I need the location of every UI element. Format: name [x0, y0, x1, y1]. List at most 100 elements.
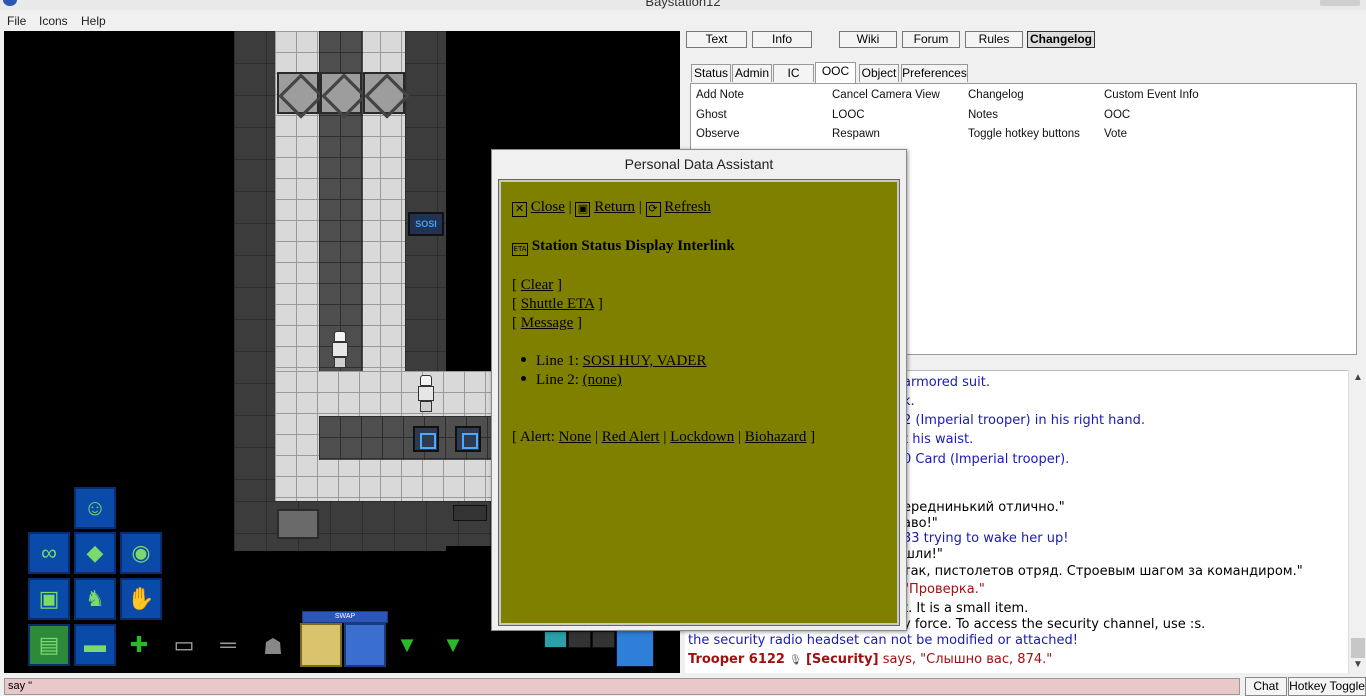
pda-message-link[interactable]: Message — [521, 315, 574, 331]
tab-preferences[interactable]: Preferences — [901, 64, 968, 82]
gloves-slot[interactable]: ✋ — [120, 578, 162, 620]
chat-line: armored suit. — [903, 375, 990, 390]
uniform-slot[interactable]: ▣ — [28, 578, 70, 620]
pda-clear-row: [ Clear ] — [512, 277, 562, 293]
hotkey-toggle-button[interactable]: Hotkey Toggle — [1288, 677, 1366, 696]
status-display-icon: ETA — [512, 243, 528, 256]
status-display-screen[interactable]: SOSI — [408, 212, 444, 236]
pda-nav: ✕ Close | ▣ Return | ⟳ Refresh — [512, 199, 711, 217]
pda-window: Personal Data Assistant ✕ Close | ▣ Retu… — [491, 149, 907, 631]
verb-custom-event-info[interactable]: Custom Event Info — [1104, 89, 1199, 101]
pocket-item[interactable]: ▼ — [389, 627, 425, 663]
health-doll[interactable] — [616, 629, 654, 667]
head-slot[interactable]: ☺ — [74, 487, 116, 529]
chat-line: шли!" — [903, 547, 943, 562]
chat-line: y force. To access the security channel,… — [903, 617, 1206, 632]
rifle-item[interactable]: ═ — [210, 627, 246, 663]
scroll-thumb[interactable] — [1351, 638, 1365, 658]
swap-hands-button[interactable]: SWAP — [302, 611, 388, 623]
ears-slot[interactable]: ◉ — [120, 532, 162, 574]
alert-none-link[interactable]: None — [559, 429, 592, 445]
tab-ooc[interactable]: OOC — [815, 62, 856, 83]
chat-line: t. It is a small item. — [903, 601, 1029, 616]
chat-line: аво!" — [903, 516, 938, 531]
pda-line1: Line 1: SOSI HUY, VADER — [505, 353, 706, 370]
pda-line2-label: Line 2: — [536, 372, 579, 388]
suit-slot[interactable]: ♞ — [74, 578, 116, 620]
menu-help[interactable]: Help — [81, 14, 106, 28]
floor-machine[interactable] — [413, 426, 439, 452]
table-object[interactable] — [453, 505, 487, 521]
verb-toggle-hotkey-buttons[interactable]: Toggle hotkey buttons — [968, 128, 1080, 140]
info-button[interactable]: Info — [752, 31, 812, 48]
changelog-button[interactable]: Changelog — [1027, 31, 1095, 48]
command-input[interactable]: say " — [4, 678, 1240, 695]
mask-slot[interactable]: ◆ — [74, 532, 116, 574]
verb-notes[interactable]: Notes — [968, 109, 998, 121]
verb-changelog[interactable]: Changelog — [968, 89, 1024, 101]
pocket-item[interactable]: ▼ — [435, 627, 471, 663]
rules-button[interactable]: Rules — [965, 31, 1023, 48]
forum-button[interactable]: Forum — [902, 31, 960, 48]
wiki-button[interactable]: Wiki — [839, 31, 897, 48]
tab-object[interactable]: Object — [859, 64, 899, 82]
imperial-trooper[interactable] — [329, 331, 351, 369]
imperial-trooper[interactable] — [415, 375, 437, 413]
alert-biohazard-link[interactable]: Biohazard — [745, 429, 807, 445]
tab-ic[interactable]: IC — [773, 64, 814, 82]
chat-line: 0 Card (Imperial trooper). — [903, 452, 1070, 467]
backpack-slot[interactable]: ▤ — [28, 624, 70, 666]
verb-looc[interactable]: LOOC — [832, 109, 865, 121]
verb-vote[interactable]: Vote — [1104, 128, 1127, 140]
verb-add-note[interactable]: Add Note — [696, 89, 744, 101]
console-machine[interactable] — [455, 426, 481, 452]
scroll-up-icon[interactable]: ▲ — [1353, 372, 1363, 383]
intent-selector[interactable] — [544, 631, 567, 648]
chat-line: ереднинький отлично." — [903, 500, 1065, 515]
tab-status[interactable]: Status — [691, 64, 731, 82]
shoes-slot[interactable]: ▬ — [74, 624, 116, 666]
station-wall — [405, 31, 445, 371]
menu-file[interactable]: File — [7, 14, 26, 28]
pda-line1-label: Line 1: — [536, 353, 579, 369]
pda-clear-link[interactable]: Clear — [521, 277, 553, 293]
pda-message-row: [ Message ] — [512, 315, 582, 331]
alert-red-link[interactable]: Red Alert — [602, 429, 660, 445]
chat-line: так, пистолетов отряд. Строевым шагом за… — [903, 564, 1303, 579]
belt-item[interactable]: ✚ — [121, 627, 157, 663]
pda-line1-value[interactable]: SOSI HUY, VADER — [583, 353, 707, 369]
pda-refresh-link[interactable]: Refresh — [664, 199, 711, 215]
menu-icons[interactable]: Icons — [39, 14, 68, 28]
pda-line2-value[interactable]: (none) — [583, 372, 622, 388]
id-card-item[interactable]: ▭ — [166, 627, 202, 663]
chat-line: 2 (Imperial trooper) in his right hand. — [903, 413, 1145, 428]
alert-lockdown-link[interactable]: Lockdown — [670, 429, 734, 445]
minimize-button[interactable] — [1320, 0, 1360, 6]
eyes-slot[interactable]: ∞ — [28, 532, 70, 574]
radio-icon: 🎙 — [789, 655, 802, 666]
pull-button[interactable] — [568, 631, 591, 648]
verb-cancel-camera-view[interactable]: Cancel Camera View — [832, 89, 940, 101]
verb-respawn[interactable]: Respawn — [832, 128, 880, 140]
helmet-item[interactable]: ☗ — [255, 629, 291, 665]
hand-left[interactable] — [344, 623, 386, 667]
chat-line-last: Trooper 6122 🎙 [Security] says, "Слышно … — [688, 652, 1052, 667]
chat-button[interactable]: Chat — [1245, 677, 1287, 696]
tab-admin[interactable]: Admin — [732, 64, 772, 82]
chat-speaker: Trooper 6122 — [688, 652, 785, 667]
hand-right[interactable] — [300, 623, 342, 667]
pda-shuttle-eta-link[interactable]: Shuttle ETA — [521, 296, 594, 312]
pda-window-title: Personal Data Assistant — [624, 156, 774, 172]
verb-ooc[interactable]: OOC — [1104, 109, 1130, 121]
pda-close-link[interactable]: Close — [531, 199, 565, 215]
scroll-down-icon[interactable]: ▼ — [1353, 659, 1363, 670]
floor-vent — [320, 72, 362, 114]
verb-ghost[interactable]: Ghost — [696, 109, 727, 121]
text-button[interactable]: Text — [686, 31, 747, 48]
verb-observe[interactable]: Observe — [696, 128, 739, 140]
pda-heading: Station Status Display Interlink — [531, 238, 735, 254]
pda-return-link[interactable]: Return — [594, 199, 635, 215]
grab-button[interactable] — [592, 631, 615, 648]
airlock-door[interactable] — [277, 509, 319, 539]
chat-scrollbar[interactable]: ▲ ▼ — [1348, 370, 1366, 673]
